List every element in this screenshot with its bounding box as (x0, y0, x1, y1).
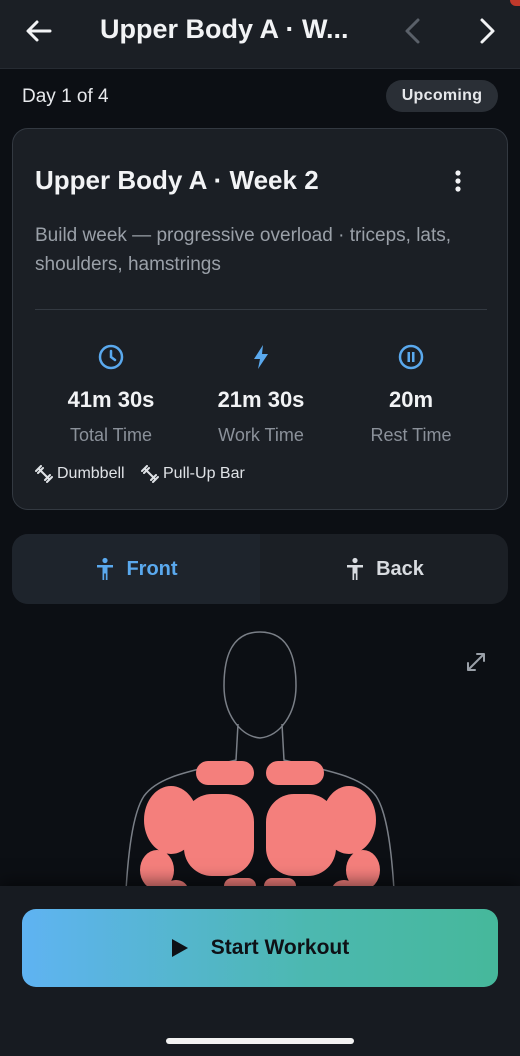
corner-indicator (510, 0, 520, 6)
page-title: Upper Body A · W... (100, 14, 349, 44)
expand-icon[interactable] (464, 650, 488, 674)
stat-label: Rest Time (370, 425, 452, 445)
dumbbell-icon (35, 465, 53, 483)
stat-rest-time: 20m Rest Time (336, 343, 486, 446)
more-options-icon[interactable] (447, 167, 469, 195)
muscle-map (125, 631, 395, 898)
top-bar: Upper Body A · W... (0, 0, 520, 69)
stat-value: 20m (388, 387, 434, 412)
view-toggle: Front Back (12, 534, 508, 604)
divider (35, 309, 487, 310)
dumbbell-icon (141, 465, 159, 483)
equipment-tag: Pull-Up Bar (141, 465, 245, 483)
day-label: Day 1 of 4 (22, 86, 109, 107)
person-icon (97, 557, 114, 580)
clock-icon (98, 344, 124, 370)
equipment-tag: Dumbbell (35, 465, 125, 483)
pause-icon (398, 344, 424, 370)
tab-label: Front (126, 557, 178, 580)
stat-work-time: 21m 30s Work Time (186, 343, 336, 446)
workout-card: Upper Body A · Week 2 Build week — progr… (12, 128, 508, 510)
workout-title: Upper Body A · Week 2 (35, 165, 319, 195)
play-icon (171, 939, 188, 957)
bolt-icon (254, 345, 268, 369)
tab-back[interactable]: Back (260, 534, 508, 604)
stat-label: Work Time (218, 425, 304, 445)
start-workout-label: Start Workout (210, 936, 350, 959)
stat-total-time: 41m 30s Total Time (36, 343, 186, 446)
stat-value: 21m 30s (217, 387, 305, 412)
workout-description: Build week — progressive overload · tric… (35, 225, 452, 275)
chevron-right-icon[interactable] (472, 14, 502, 48)
stat-label: Total Time (69, 425, 153, 445)
equipment-label: Pull-Up Bar (163, 465, 245, 482)
start-workout-button[interactable]: Start Workout (22, 909, 498, 987)
stat-value: 41m 30s (67, 387, 155, 412)
tab-label: Back (376, 557, 424, 580)
home-indicator (166, 1038, 354, 1044)
chevron-left-icon[interactable] (398, 14, 428, 48)
equipment-label: Dumbbell (57, 465, 125, 482)
status-badge: Upcoming (386, 80, 498, 112)
tab-front[interactable]: Front (12, 534, 260, 604)
person-icon (347, 557, 364, 580)
arrow-left-icon[interactable] (22, 14, 56, 48)
